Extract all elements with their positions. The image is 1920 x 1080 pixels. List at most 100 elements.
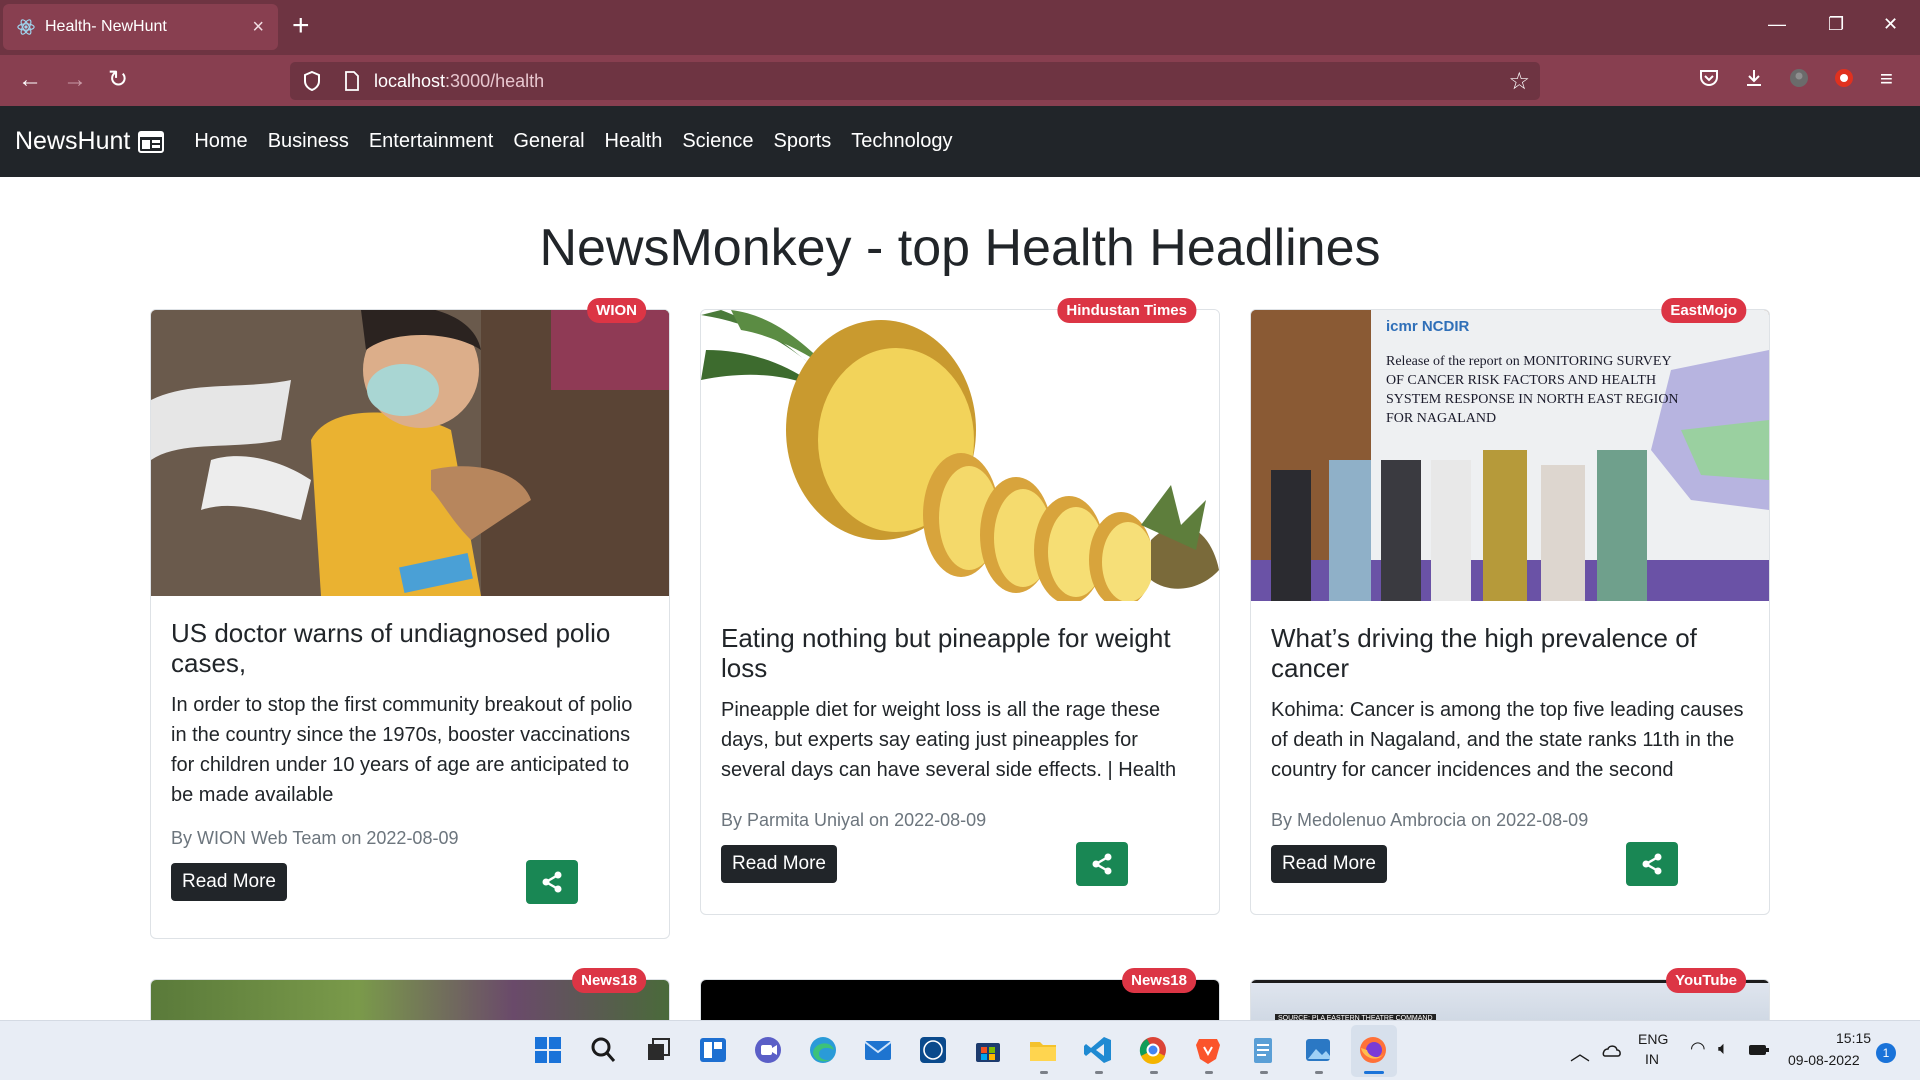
card-title: Eating nothing but pineapple for weight …: [721, 623, 1171, 683]
chrome-icon[interactable]: [1137, 1034, 1169, 1066]
tray-overflow-icon[interactable]: ︿: [1570, 1037, 1590, 1066]
page-icon: [345, 71, 359, 91]
card-title: What’s driving the high prevalence of ca…: [1271, 623, 1697, 683]
teams-chat-icon[interactable]: [752, 1034, 784, 1066]
running-indicator: [1260, 1071, 1268, 1074]
news-image: [151, 310, 669, 596]
back-icon[interactable]: ←: [18, 68, 42, 92]
source-badge: News18: [572, 968, 646, 993]
windows-start-icon[interactable]: [532, 1034, 564, 1066]
menu-icon[interactable]: ≡: [1880, 67, 1893, 91]
restore-icon[interactable]: ❐: [1828, 14, 1844, 34]
image-banner-text: Release of the report on MONITORING SURV…: [1386, 354, 1679, 426]
onedrive-icon[interactable]: [1600, 1043, 1622, 1057]
address-bar[interactable]: localhost :3000/health ☆: [290, 62, 1540, 100]
reload-icon[interactable]: ↻: [108, 68, 128, 92]
url-host: localhost: [374, 70, 446, 91]
close-tab-icon[interactable]: ×: [252, 17, 264, 37]
app-navbar: NewsHunt Home Business Entertainment Gen…: [0, 106, 1920, 177]
forward-icon[interactable]: →: [63, 68, 87, 92]
newspaper-icon: [138, 130, 165, 153]
photos-icon[interactable]: [1302, 1034, 1334, 1066]
browser-tabstrip: Health- NewHunt × + — ❐ ✕: [0, 0, 1920, 55]
battery-icon[interactable]: [1748, 1043, 1770, 1057]
url-path: :3000/health: [445, 70, 545, 91]
share-icon: [1642, 853, 1662, 875]
source-badge: News18: [1122, 968, 1196, 993]
notepad-icon[interactable]: [1247, 1034, 1279, 1066]
shield-icon[interactable]: [302, 70, 322, 92]
firefox-icon[interactable]: [1357, 1034, 1389, 1066]
clock-date[interactable]: 09-08-2022: [1788, 1052, 1860, 1068]
source-badge: YouTube: [1666, 968, 1746, 993]
running-indicator: [1205, 1071, 1213, 1074]
volume-icon[interactable]: 🔈︎: [1718, 1038, 1729, 1059]
minimize-icon[interactable]: —: [1768, 14, 1786, 34]
task-view-icon[interactable]: [642, 1034, 674, 1066]
nav-business[interactable]: Business: [268, 130, 349, 153]
nav-science[interactable]: Science: [682, 130, 753, 153]
nav-home[interactable]: Home: [194, 130, 247, 153]
share-button[interactable]: [526, 860, 578, 904]
notification-badge[interactable]: 1: [1876, 1043, 1896, 1063]
extension-icon[interactable]: [1833, 67, 1855, 94]
vscode-icon[interactable]: [1082, 1034, 1114, 1066]
dell-icon[interactable]: [917, 1034, 949, 1066]
tab-title: Health- NewHunt: [45, 18, 167, 35]
react-icon: [17, 19, 35, 35]
wifi-icon[interactable]: ◠: [1690, 1038, 1706, 1059]
source-badge: EastMojo: [1661, 298, 1746, 323]
edge-icon[interactable]: [807, 1034, 839, 1066]
read-more-button[interactable]: Read More: [1271, 845, 1387, 883]
share-icon: [1092, 853, 1112, 875]
card-description: Pineapple diet for weight loss is all th…: [721, 699, 1177, 781]
running-indicator: [1150, 1071, 1158, 1074]
source-badge: Hindustan Times: [1057, 298, 1196, 323]
card-description: Kohima: Cancer is among the top five lea…: [1271, 699, 1744, 781]
nav-general[interactable]: General: [513, 130, 584, 153]
mail-icon[interactable]: [862, 1034, 894, 1066]
running-indicator: [1315, 1071, 1323, 1074]
share-button[interactable]: [1076, 842, 1128, 886]
news-card: Hindustan Times Eating nothing but pinea…: [700, 298, 1220, 915]
nav-health[interactable]: Health: [605, 130, 663, 153]
pocket-icon[interactable]: [1698, 67, 1720, 94]
read-more-button[interactable]: Read More: [171, 863, 287, 901]
running-indicator: [1095, 1071, 1103, 1074]
clock-time[interactable]: 15:15: [1836, 1030, 1871, 1046]
card-title: US doctor warns of undiagnosed polio cas…: [171, 618, 611, 678]
file-explorer-icon[interactable]: [1027, 1034, 1059, 1066]
nav-technology[interactable]: Technology: [851, 130, 952, 153]
region-label[interactable]: IN: [1645, 1051, 1659, 1067]
browser-navbar: ← → ↻ localhost :3000/health ☆ ≡: [0, 55, 1920, 106]
widgets-icon[interactable]: [697, 1034, 729, 1066]
new-tab-icon[interactable]: +: [292, 11, 310, 41]
nav-entertainment[interactable]: Entertainment: [369, 130, 494, 153]
account-icon[interactable]: [1788, 67, 1810, 94]
nav-sports[interactable]: Sports: [773, 130, 831, 153]
browser-tab[interactable]: Health- NewHunt ×: [3, 4, 278, 50]
news-card: WION US doctor warns of undiagnosed poli…: [150, 298, 670, 939]
taskbar: ︿ ENG IN ◠ 🔈︎ 15:15 09-08-2022 1: [0, 1020, 1920, 1080]
brave-icon[interactable]: [1192, 1034, 1224, 1066]
news-image: [701, 310, 1219, 601]
source-badge: WION: [587, 298, 646, 323]
bookmark-star-icon[interactable]: ☆: [1508, 67, 1530, 96]
page-title: NewsMonkey - top Health Headlines: [539, 219, 1381, 277]
download-icon[interactable]: [1743, 67, 1765, 94]
image-logos-text: icmr NCDIR: [1386, 318, 1470, 335]
news-card: EastMojo icmr NCDIR Release of the repor…: [1250, 298, 1770, 915]
active-indicator: [1364, 1071, 1384, 1074]
brand-link[interactable]: NewsHunt: [15, 127, 165, 156]
window-close-icon[interactable]: ✕: [1883, 14, 1898, 34]
read-more-button[interactable]: Read More: [721, 845, 837, 883]
card-meta: By Parmita Uniyal on 2022-08-09: [721, 810, 987, 830]
store-icon[interactable]: [972, 1034, 1004, 1066]
brand-name: NewsHunt: [15, 127, 131, 155]
card-meta: By WION Web Team on 2022-08-09: [171, 828, 459, 848]
search-icon[interactable]: [587, 1034, 619, 1066]
share-button[interactable]: [1626, 842, 1678, 886]
language-label[interactable]: ENG: [1638, 1031, 1668, 1047]
card-description: In order to stop the first community bre…: [171, 694, 633, 806]
news-image: icmr NCDIR Release of the report on MONI…: [1251, 310, 1769, 601]
